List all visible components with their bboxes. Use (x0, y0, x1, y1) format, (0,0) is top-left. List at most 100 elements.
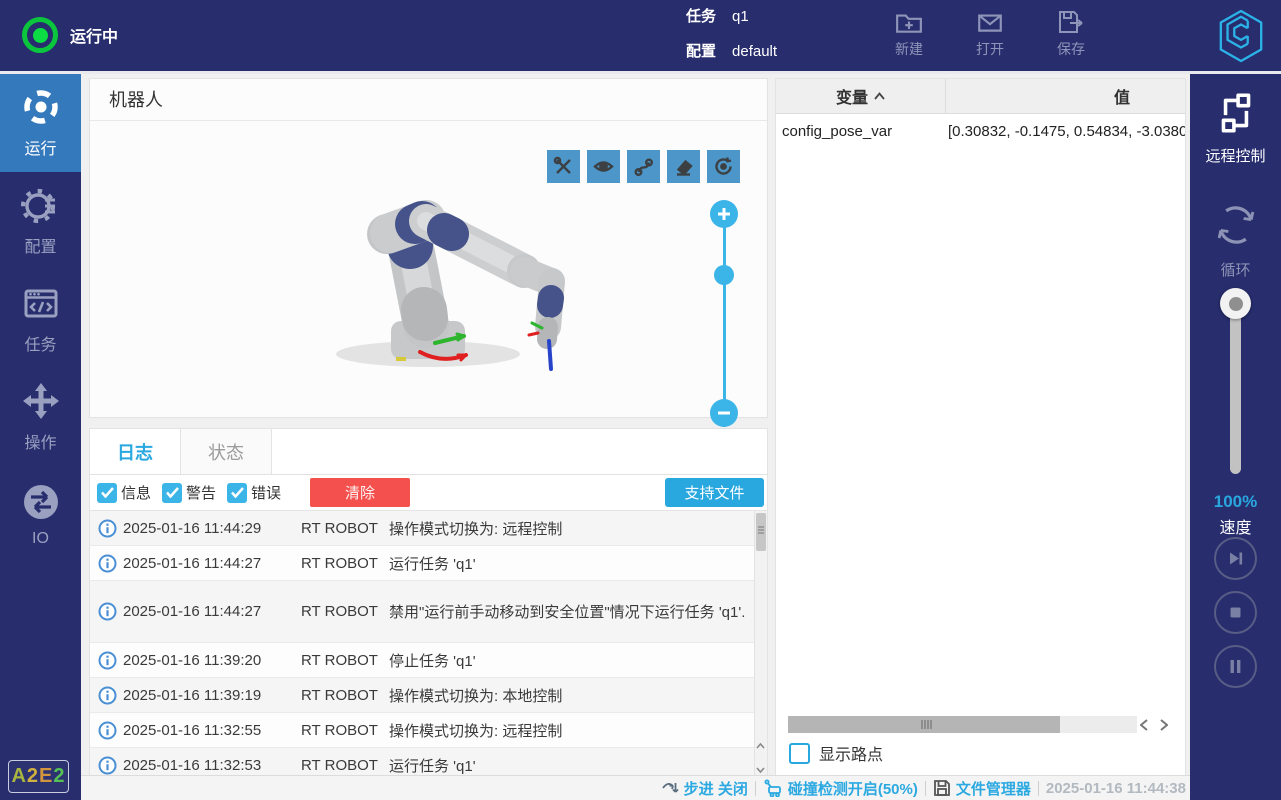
sidebar-item-config[interactable]: 配置 (0, 172, 81, 270)
speed-slider-track[interactable] (1230, 304, 1241, 474)
sidebar-item-operate[interactable]: 操作 (0, 368, 81, 466)
stop-icon (1225, 602, 1246, 623)
variable-name: config_pose_var (776, 123, 946, 140)
info-icon (98, 602, 117, 621)
config-value: default (732, 43, 777, 61)
left-sidebar: 运行 配置 任务 操作 (0, 74, 81, 800)
sidebar-item-label: 运行 (24, 135, 56, 159)
log-row[interactable]: 2025-01-16 11:44:29 RT ROBOT 操作模式切换为: 远程… (90, 511, 767, 546)
clear-button[interactable]: 清除 (310, 478, 410, 507)
log-row[interactable]: 2025-01-16 11:32:55 RT ROBOT 操作模式切换为: 远程… (90, 713, 767, 748)
zoom-slider-track[interactable] (723, 214, 726, 427)
filter-warning[interactable]: 警告 (162, 482, 216, 503)
support-files-button[interactable]: 支持文件 (665, 478, 764, 507)
scroll-up-icon[interactable] (756, 742, 765, 749)
checkbox-unchecked-icon[interactable] (789, 743, 810, 764)
save-button[interactable]: 保存 (1047, 8, 1095, 59)
pause-button[interactable] (1214, 645, 1257, 688)
log-panel: 日志 状态 信息 警告 错误 清除 支持文件 (89, 428, 768, 778)
log-time: 2025-01-16 11:32:53 (123, 757, 301, 774)
scroll-left-button[interactable] (1137, 716, 1151, 733)
sidebar-item-label: 操作 (24, 429, 56, 453)
log-scrollbar-thumb[interactable] (756, 513, 766, 551)
scroll-right-button[interactable] (1157, 716, 1171, 733)
log-time: 2025-01-16 11:44:29 (123, 520, 301, 537)
log-row[interactable]: 2025-01-16 11:32:53 RT ROBOT 运行任务 'q1' (90, 748, 767, 777)
log-row[interactable]: 2025-01-16 11:44:27 RT ROBOT 禁用"运行前手动移动到… (90, 581, 767, 643)
open-file-icon (976, 8, 1004, 36)
tools-icon (553, 156, 574, 177)
checkbox-checked-icon[interactable] (162, 483, 182, 503)
separator (925, 781, 926, 796)
pause-icon (1225, 656, 1246, 677)
stop-button[interactable] (1214, 591, 1257, 634)
log-time: 2025-01-16 11:39:19 (123, 687, 301, 704)
checkbox-checked-icon[interactable] (97, 483, 117, 503)
sidebar-item-io[interactable]: IO (0, 466, 81, 564)
filter-error[interactable]: 错误 (227, 482, 281, 503)
new-button-label: 新建 (895, 39, 923, 59)
separator (1038, 781, 1039, 796)
step-mode-label: 步进 关闭 (684, 778, 748, 799)
variables-header: 变量 值 (776, 79, 1185, 114)
step-mode-status[interactable]: 步进 关闭 (661, 778, 748, 799)
sidebar-item-task[interactable]: 任务 (0, 270, 81, 368)
reset-view-button[interactable] (707, 150, 740, 183)
io-exchange-icon (21, 482, 61, 522)
log-row[interactable]: 2025-01-16 11:39:19 RT ROBOT 操作模式切换为: 本地… (90, 678, 767, 713)
filter-info[interactable]: 信息 (97, 482, 151, 503)
log-time: 2025-01-16 11:44:27 (123, 603, 301, 620)
robot-3d-view[interactable] (90, 121, 767, 417)
checkbox-checked-icon[interactable] (227, 483, 247, 503)
log-source: RT ROBOT (301, 652, 389, 669)
file-manager-button[interactable]: 文件管理器 (933, 778, 1031, 799)
column-variable-label: 变量 (836, 84, 868, 108)
log-row[interactable]: 2025-01-16 11:44:27 RT ROBOT 运行任务 'q1' (90, 546, 767, 581)
zoom-slider-handle[interactable] (714, 265, 734, 285)
loop-icon (1211, 200, 1261, 250)
info-icon (98, 686, 117, 705)
variables-hscrollbar[interactable] (788, 716, 1137, 733)
badge-letter: A (11, 765, 26, 788)
new-button[interactable]: 新建 (885, 8, 933, 59)
log-message: 操作模式切换为: 本地控制 (389, 685, 767, 706)
variable-row[interactable]: config_pose_var [0.30832, -0.1475, 0.548… (776, 114, 1185, 148)
speed-slider-handle[interactable] (1220, 288, 1251, 319)
log-source: RT ROBOT (301, 603, 389, 620)
log-message: 运行任务 'q1' (389, 755, 767, 776)
rotate-reset-icon (713, 156, 734, 177)
log-tabs: 日志 状态 (90, 429, 767, 475)
main-area: 机器人 (81, 74, 1190, 800)
show-waypoints-toggle[interactable]: 显示路点 (789, 741, 883, 765)
zoom-in-button[interactable] (710, 200, 738, 228)
column-value[interactable]: 值 (946, 79, 1185, 113)
visibility-button[interactable] (587, 150, 620, 183)
step-icon (661, 780, 679, 796)
log-source: RT ROBOT (301, 722, 389, 739)
file-manager-icon (933, 779, 951, 797)
info-icon (98, 721, 117, 740)
save-button-label: 保存 (1057, 39, 1085, 59)
open-button[interactable]: 打开 (966, 8, 1014, 59)
column-variable[interactable]: 变量 (776, 79, 946, 113)
variables-hscrollbar-thumb[interactable] (788, 716, 1060, 733)
speed-label: 速度 (1190, 514, 1281, 538)
zoom-out-button[interactable] (710, 399, 738, 427)
collision-status[interactable]: 碰撞检测开启(50%) (763, 778, 918, 799)
robot-panel: 机器人 (89, 78, 768, 418)
log-row[interactable]: 2025-01-16 11:39:20 RT ROBOT 停止任务 'q1' (90, 643, 767, 678)
save-icon (1057, 8, 1085, 36)
column-value-label: 值 (1114, 84, 1130, 108)
tools-button[interactable] (547, 150, 580, 183)
scroll-down-icon[interactable] (756, 767, 765, 774)
tab-status[interactable]: 状态 (181, 429, 272, 474)
step-forward-button[interactable] (1214, 537, 1257, 580)
path-button[interactable] (627, 150, 660, 183)
sidebar-item-run[interactable]: 运行 (0, 74, 81, 172)
tab-log[interactable]: 日志 (90, 429, 181, 474)
erase-button[interactable] (667, 150, 700, 183)
loop-mode[interactable]: 循环 (1190, 200, 1281, 280)
running-indicator-icon (22, 17, 58, 53)
log-scrollbar[interactable] (754, 511, 767, 777)
remote-control-mode[interactable]: 远程控制 (1190, 90, 1281, 166)
